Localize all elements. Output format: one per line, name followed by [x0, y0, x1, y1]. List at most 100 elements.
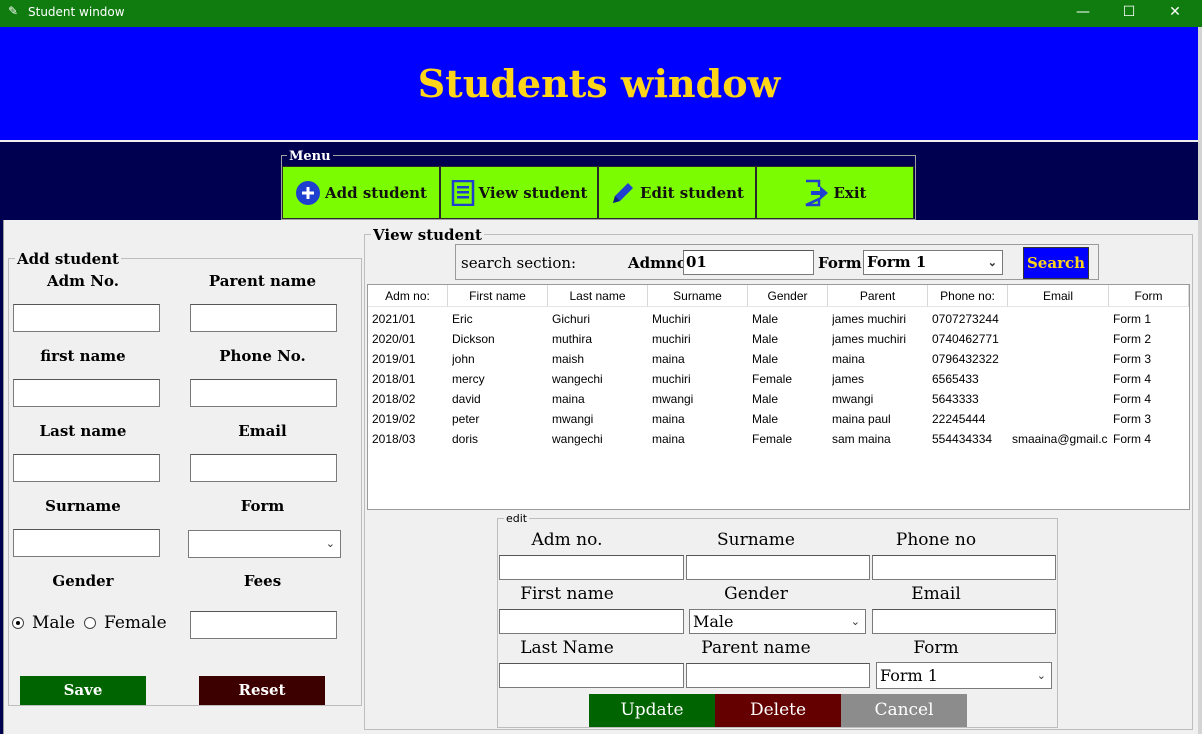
gender-female-radio[interactable]: Female	[84, 613, 167, 633]
search-form-select[interactable]: Form 1 ⌄	[863, 250, 1003, 275]
form-select[interactable]: ⌄	[188, 530, 341, 558]
table-row[interactable]: 2020/01 Dickson muthira muchiri Male james mu…	[368, 330, 1189, 350]
table-cell: doris	[452, 432, 479, 446]
table-row[interactable]: 2018/01 mercy wangechi muchiri Female james 65…	[368, 370, 1189, 390]
add-student-menu-button[interactable]: Add student	[282, 166, 440, 219]
table-row[interactable]: 2018/03 doris wangechi maina Female sam maina…	[368, 430, 1189, 450]
exit-icon	[805, 179, 829, 206]
parent-name-label: Parent name	[208, 272, 317, 290]
table-cell: 554434334	[932, 432, 993, 446]
table-column-header[interactable]: Adm no:	[368, 285, 448, 307]
minimize-button[interactable]: —	[1060, 0, 1106, 27]
save-button[interactable]: Save	[20, 676, 146, 705]
edit-first-name-field[interactable]	[499, 609, 684, 634]
edit-gender-select[interactable]: Male ⌄	[689, 609, 866, 634]
edit-email-field[interactable]	[872, 609, 1056, 634]
edit-surname-field[interactable]	[686, 555, 870, 580]
search-button[interactable]: Search	[1023, 247, 1089, 279]
cancel-button[interactable]: Cancel	[841, 694, 967, 727]
surname-field[interactable]	[13, 529, 160, 557]
edit-first-name-label: First name	[520, 584, 614, 604]
edit-surname-label: Surname	[717, 530, 795, 550]
table-column-header[interactable]: Form	[1109, 285, 1189, 307]
table-cell: maina	[552, 392, 585, 406]
edit-last-name-field[interactable]	[499, 663, 684, 688]
parent-name-field[interactable]	[190, 304, 337, 332]
exit-menu-label: Exit	[833, 183, 867, 202]
table-cell: muchiri	[652, 332, 691, 346]
first-name-label: first name	[40, 347, 126, 365]
reset-button[interactable]: Reset	[199, 676, 325, 705]
table-cell: Male	[752, 332, 779, 346]
edit-parent-name-field[interactable]	[686, 663, 870, 688]
table-row[interactable]: 2019/02 peter mwangi maina Male maina paul 222…	[368, 410, 1189, 430]
table-cell: maina	[652, 352, 685, 366]
table-cell: Male	[752, 392, 779, 406]
table-row[interactable]: 2021/01 Eric Gichuri Muchiri Male james muchi…	[368, 310, 1189, 330]
table-cell: Female	[752, 432, 793, 446]
edit-gender-label: Gender	[724, 584, 788, 604]
adm-no-field[interactable]	[13, 304, 160, 332]
pencil-icon	[613, 182, 634, 203]
close-button[interactable]: ✕	[1152, 0, 1198, 27]
table-cell: 2019/02	[372, 412, 416, 426]
maximize-button[interactable]: ☐	[1106, 0, 1152, 27]
email-field[interactable]	[190, 454, 337, 482]
table-cell: Male	[752, 412, 779, 426]
edit-last-name-label: Last Name	[520, 638, 614, 658]
gender-male-radio[interactable]: Male	[12, 613, 75, 633]
table-column-header[interactable]: Gender	[748, 285, 828, 307]
edit-student-menu-button[interactable]: Edit student	[598, 166, 756, 219]
table-column-header[interactable]: Last name	[548, 285, 648, 307]
edit-adm-no-label: Adm no.	[531, 530, 603, 550]
first-name-field[interactable]	[13, 379, 160, 407]
left-edge	[0, 142, 3, 734]
table-cell: Form 3	[1113, 352, 1152, 366]
table-cell: mwangi	[652, 392, 694, 406]
table-column-header[interactable]: Email	[1008, 285, 1109, 307]
table-cell: 2018/03	[372, 432, 416, 446]
table-cell: Eric	[452, 312, 473, 326]
edit-form-select[interactable]: Form 1 ⌄	[876, 662, 1052, 689]
add-student-legend: Add student	[15, 250, 121, 268]
table-column-header[interactable]: Phone no:	[928, 285, 1008, 307]
table-row[interactable]: 2019/01 john maish maina Male maina 0796432322…	[368, 350, 1189, 370]
view-student-menu-button[interactable]: View student	[440, 166, 598, 219]
edit-adm-no-field[interactable]	[499, 555, 684, 580]
search-form-label: Form	[818, 254, 862, 272]
table-cell: john	[452, 352, 475, 366]
title-bar: ✎ Student window — ☐ ✕	[0, 0, 1202, 27]
exit-menu-button[interactable]: Exit	[756, 166, 914, 219]
update-button[interactable]: Update	[589, 694, 715, 727]
gender-label: Gender	[52, 572, 114, 590]
table-column-header[interactable]: Parent	[828, 285, 928, 307]
edit-form-value: Form 1	[880, 666, 938, 685]
table-cell: maina	[652, 412, 685, 426]
search-admno-field[interactable]: 01	[683, 250, 814, 275]
delete-button[interactable]: Delete	[715, 694, 841, 727]
fees-field[interactable]	[190, 611, 337, 639]
table-column-header[interactable]: Surname	[648, 285, 748, 307]
chevron-down-icon: ⌄	[325, 537, 335, 550]
window-right-edge	[1198, 27, 1202, 734]
gender-female-label: Female	[104, 613, 167, 633]
search-form-value: Form 1	[867, 253, 927, 271]
phone-label: Phone No.	[219, 347, 306, 365]
table-cell: 5643333	[932, 392, 979, 406]
adm-no-label: Adm No.	[47, 272, 119, 290]
edit-gender-value: Male	[693, 612, 734, 631]
last-name-field[interactable]	[13, 454, 160, 482]
table-cell: smaaina@gmail.c	[1012, 432, 1108, 446]
edit-legend: edit	[504, 512, 530, 525]
table-cell: james	[832, 372, 865, 386]
table-column-header[interactable]: First name	[448, 285, 548, 307]
table-cell: 6565433	[932, 372, 979, 386]
phone-field[interactable]	[190, 379, 337, 407]
window-title: Student window	[28, 5, 125, 19]
table-cell: Gichuri	[552, 312, 591, 326]
edit-phone-field[interactable]	[872, 555, 1056, 580]
table-row[interactable]: 2018/02 david maina mwangi Male mwangi 5643333…	[368, 390, 1189, 410]
view-student-menu-label: View student	[478, 183, 588, 202]
table-cell: mwangi	[552, 412, 594, 426]
search-section-label: search section:	[461, 254, 577, 272]
